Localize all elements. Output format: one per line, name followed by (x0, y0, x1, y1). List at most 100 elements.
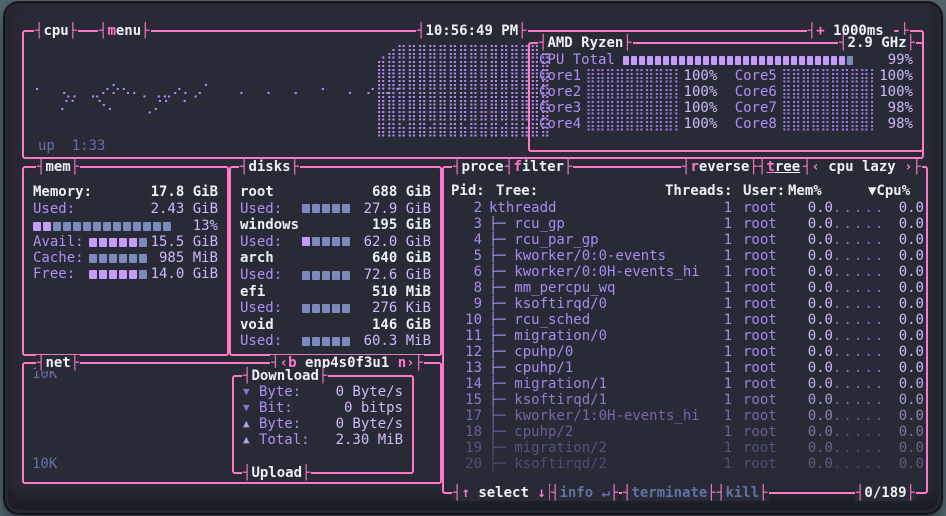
process-row[interactable]: 3 ├─ rcu_gp 1 root 0.0..... 0.0 (452, 216, 924, 232)
process-row[interactable]: 12 ├─ cpuhp/0 1 root 0.0..... 0.0 (452, 344, 924, 360)
process-user: root (743, 296, 777, 312)
process-row[interactable]: 11 ├─ migration/0 1 root 0.0..... 0.0 (452, 328, 924, 344)
process-threads: 1 (723, 280, 732, 296)
upload-arrow-icon: ▲ (243, 433, 250, 446)
enter-key-icon: ↵ (601, 485, 611, 501)
process-row[interactable]: 20 ├─ ksoftirqd/2 1 root 0.0..... 0.0 (452, 456, 924, 472)
sort-prev-button[interactable]: ‹ (811, 159, 819, 175)
process-row[interactable]: 19 ├─ migration/2 1 root 0.0..... 0.0 (452, 440, 924, 456)
disk-name-row: root 688 GiB (240, 184, 431, 200)
sort-selector[interactable]: ┤‹ cpu lazy ›├ (801, 159, 922, 175)
process-row[interactable]: 6 ├─ kworker/0:0H-events_hi 1 root 0.0..... 0… (452, 264, 924, 280)
meter-block (33, 221, 41, 231)
net-next-button[interactable]: n› (398, 355, 415, 371)
process-threads: 1 (723, 424, 732, 440)
meter-block (322, 270, 330, 280)
disk-used-row: Used: 60.3 MiB (240, 333, 431, 349)
process-name: ├─ kworker/0:0H-events_hi (489, 264, 700, 280)
meter-block (53, 221, 61, 231)
process-pid: 3 (473, 216, 482, 232)
process-row[interactable]: 10 ├─ rcu_sched 1 root 0.0..... 0.0 (452, 312, 924, 328)
process-pid: 14 (465, 376, 482, 392)
header-threads[interactable]: Threads: (665, 183, 732, 199)
net-stat-row: ▲ Total: 2.30 MiB (243, 432, 403, 448)
process-row[interactable]: 8 ├─ mm_percpu_wq 1 root 0.0..... 0.0 (452, 280, 924, 296)
disk-used-value: 276 KiB (371, 300, 431, 317)
clock: ┤10:56:49 PM├ (416, 23, 528, 39)
menu-button[interactable]: ┤menu├ (98, 23, 151, 39)
process-row[interactable]: 17 ├─ kworker/1:0H-events_hi 1 root 0.0.....… (452, 408, 924, 424)
core-label: Core4 (539, 116, 582, 132)
core-meter: ⣿⣿⣿⣿⣿⣿⣿⣿⣿⣿⣿ (781, 116, 875, 132)
core-label: Core1 (539, 68, 582, 84)
select-down-arrow[interactable]: ↓ (537, 485, 545, 501)
process-row[interactable]: 9 ├─ ksoftirqd/0 1 root 0.0..... 0.0 (452, 296, 924, 312)
core-row: Core4⣿⣿⣿⣿⣿⣿⣿⣿⣿⣿⣿100%Core8⣿⣿⣿⣿⣿⣿⣿⣿⣿⣿⣿98% (539, 116, 913, 132)
meter-block (631, 55, 637, 65)
process-pid: 10 (465, 312, 482, 328)
disk-used-meter (302, 234, 352, 250)
process-threads: 1 (723, 328, 732, 344)
process-row[interactable]: 4 ├─ rcu_par_gp 1 root 0.0..... 0.0 (452, 232, 924, 248)
meter-block (119, 269, 127, 279)
process-name: ├─ cpuhp/1 (489, 360, 574, 376)
process-row[interactable]: 2 kthreadd 1 root 0.0..... 0.0 (452, 200, 924, 216)
memory-stat-meter (89, 250, 149, 266)
process-row[interactable]: 15 ├─ ksoftirqd/1 1 root 0.0..... 0.0 (452, 392, 924, 408)
process-mem-percent: 0.0 (807, 216, 833, 232)
select-up-arrow[interactable]: ↑ (461, 485, 469, 501)
memory-stat-label: Avail: (33, 234, 84, 250)
header-tree[interactable]: Tree: (496, 183, 538, 199)
process-mem-percent: 0.0 (807, 264, 833, 280)
meter-block (639, 55, 645, 65)
net-box-title[interactable]: ┤net├ (36, 355, 81, 371)
header-pid[interactable]: Pid: (451, 183, 485, 199)
meter-block (139, 237, 147, 247)
sort-label: cpu lazy (828, 159, 896, 175)
process-mem-percent: 0.0 (807, 408, 833, 424)
header-cpu[interactable]: ▼Cpu% (868, 183, 910, 199)
meter-block (312, 336, 320, 346)
kill-button[interactable]: ┤kill├ (716, 485, 769, 501)
meter-block (139, 253, 147, 263)
process-cpu-graph: ..... (833, 376, 886, 392)
process-cpu-percent: 0.0 (898, 232, 924, 248)
cpu-frequency: ┤2.9 GHz├ (838, 35, 916, 51)
core-percent: 100% (683, 68, 718, 84)
header-user[interactable]: User: (743, 183, 785, 199)
info-button[interactable]: ┤info ↵├ (550, 485, 620, 501)
filter-button[interactable]: ┤filter├ (504, 159, 574, 175)
meter-block (783, 55, 789, 65)
interval-increase-button[interactable]: + (816, 23, 824, 39)
disk-used-meter (302, 333, 352, 349)
process-mem-percent: 0.0 (807, 328, 833, 344)
process-name: ├─ rcu_sched (489, 312, 591, 328)
process-cpu-percent: 0.0 (898, 280, 924, 296)
process-user: root (743, 232, 777, 248)
mem-box-title[interactable]: ┤mem├ (36, 159, 81, 175)
disk-used-label: Used: (240, 333, 283, 350)
process-row[interactable]: 13 ├─ cpuhp/1 1 root 0.0..... 0.0 (452, 360, 924, 376)
disk-name: root (240, 184, 274, 200)
sort-next-button[interactable]: › (904, 159, 912, 175)
process-pid: 11 (465, 328, 482, 344)
disks-box-title[interactable]: ┤disks├ (239, 159, 301, 175)
process-cpu-graph: ..... (833, 312, 886, 328)
meter-block (695, 55, 701, 65)
meter-block (791, 55, 797, 65)
cpu-box-title[interactable]: ┤cpu├ (34, 23, 79, 39)
core-percent: 100% (683, 100, 718, 116)
process-row[interactable]: 14 ├─ migration/1 1 root 0.0..... 0.0 (452, 376, 924, 392)
select-control[interactable]: ┤↑ select ↓├ (452, 485, 556, 501)
process-row[interactable]: 5 ├─ kworker/0:0-events 1 root 0.0..... 0.0 (452, 248, 924, 264)
header-mem[interactable]: Mem% (788, 183, 822, 199)
terminate-button[interactable]: ┤terminate├ (622, 485, 717, 501)
reverse-button[interactable]: ┤reverse├ (681, 159, 759, 175)
process-row[interactable]: 18 ├─ cpuhp/2 1 root 0.0..... 0.0 (452, 424, 924, 440)
meter-block (109, 269, 117, 279)
meter-block (623, 55, 629, 65)
meter-block (312, 204, 320, 214)
meter-block (342, 237, 350, 247)
core-row: Core3⣿⣿⣿⣿⣿⣿⣿⣿⣿⣿⣿100%Core7⣿⣿⣿⣿⣿⣿⣿⣿⣿⣿⣿98% (539, 100, 913, 116)
process-name: ├─ kworker/0:0-events (489, 248, 667, 264)
